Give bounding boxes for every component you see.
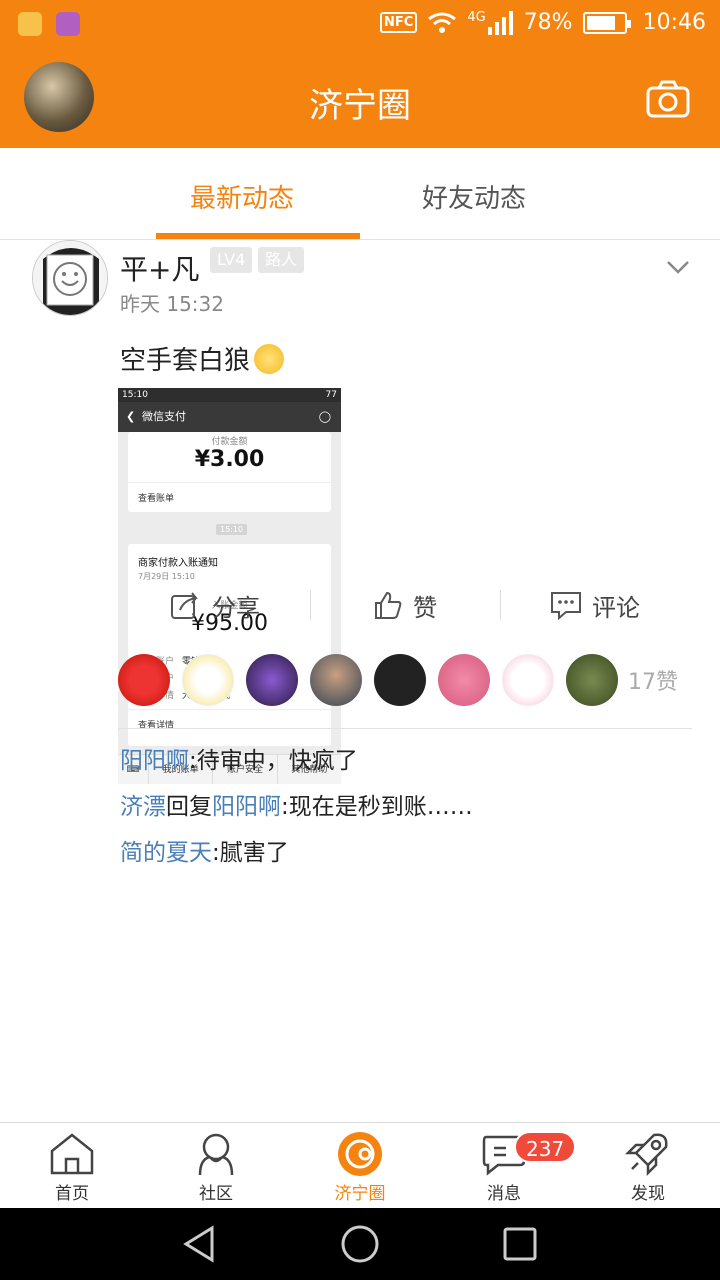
post-username[interactable]: 平+凡 <box>120 248 199 288</box>
liker-avatar[interactable] <box>118 654 170 706</box>
image-status-time: 15:10 <box>122 390 148 400</box>
image-card2-title: 商家付款入账通知 <box>138 558 218 569</box>
network-label: 4G <box>467 10 486 25</box>
comments-list: 阳阳啊:待审中，快疯了 济漂回复阳阳啊:现在是秒到账…… 简的夏天:腻害了 <box>120 746 473 884</box>
recents-nav-icon[interactable] <box>502 1226 538 1262</box>
level-badge: LV4 <box>210 247 253 273</box>
circle-icon <box>338 1132 382 1176</box>
battery-icon <box>582 11 631 34</box>
clock: 10:46 <box>642 10 706 35</box>
share-icon <box>171 592 198 619</box>
battery-percent: 78% <box>523 10 573 35</box>
comment-author[interactable]: 简的夏天 <box>120 840 212 866</box>
tab-latest[interactable]: 最新动态 <box>190 178 294 215</box>
reply-word: 回复 <box>166 794 212 820</box>
liker-avatar[interactable] <box>374 654 426 706</box>
liker-avatar[interactable] <box>438 654 490 706</box>
home-icon <box>50 1133 94 1175</box>
post-actions: 分享 赞 评论 <box>120 580 690 630</box>
feed-tabs: 最新动态 好友动态 <box>0 148 720 240</box>
wifi-icon <box>428 12 457 33</box>
comment-reply-to[interactable]: 阳阳啊 <box>212 794 281 820</box>
rocket-icon <box>624 1133 668 1177</box>
liker-avatar[interactable] <box>566 654 618 706</box>
emoji-icon <box>254 343 285 374</box>
like-button[interactable]: 赞 <box>310 580 500 630</box>
role-badge: 路人 <box>258 247 305 273</box>
image-nav-title: 微信支付 <box>142 410 186 423</box>
tab-discover[interactable]: 发现 <box>598 1131 698 1204</box>
liker-avatar[interactable] <box>246 654 298 706</box>
tab-discover-label: 发现 <box>631 1184 665 1204</box>
liker-avatar[interactable] <box>502 654 554 706</box>
comment-author[interactable]: 济漂 <box>120 794 166 820</box>
image-card1-label: 付款金额 <box>211 437 248 447</box>
image-receipt-card: 商家付款入账通知 7月29日 15:10 入账金额 ¥95.00 入账账户零钱付… <box>128 544 331 746</box>
comment-item[interactable]: 济漂回复阳阳啊:现在是秒到账…… <box>120 792 473 838</box>
comment-icon <box>551 592 581 620</box>
image-status-bar: 15:10 77 <box>118 388 341 402</box>
comment-item[interactable]: 阳阳啊:待审中，快疯了 <box>120 746 473 792</box>
gallery-notification-icon <box>56 12 80 36</box>
status-bar: NFC 4G 78% 10:46 <box>0 0 720 50</box>
tab-community[interactable]: 社区 <box>166 1131 266 1204</box>
image-card1-link: 查看账单 <box>128 482 331 512</box>
post-text-content: 空手套白狼 <box>120 346 251 376</box>
back-arrow-icon: ❮ <box>126 410 136 423</box>
liker-avatar[interactable] <box>182 654 234 706</box>
liker-avatar[interactable] <box>310 654 362 706</box>
tab-circle-label: 济宁圈 <box>334 1184 386 1204</box>
page-title: 济宁圈 <box>309 86 411 126</box>
smiley-avatar-icon <box>33 241 107 315</box>
like-count[interactable]: 17赞 <box>628 664 678 696</box>
nfc-icon: NFC <box>380 12 418 33</box>
comment-text: :现在是秒到账…… <box>281 794 473 820</box>
image-divider-time: 15:10 <box>216 524 248 535</box>
bottom-tab-bar: 首页 社区 济宁圈 消息 237 发现 <box>0 1122 720 1208</box>
thumbs-up-icon <box>375 591 402 619</box>
tab-community-label: 社区 <box>199 1184 233 1204</box>
back-nav-icon[interactable] <box>180 1224 220 1264</box>
tab-home[interactable]: 首页 <box>22 1131 122 1204</box>
tab-messages-label: 消息 <box>487 1184 521 1204</box>
post-text: 空手套白狼 <box>120 340 285 377</box>
chevron-down-icon[interactable] <box>666 260 690 274</box>
image-status-battery: 77 <box>325 390 337 400</box>
like-label: 赞 <box>413 593 437 622</box>
comment-text: :待审中，快疯了 <box>189 748 358 774</box>
divider <box>118 728 692 729</box>
post-timestamp: 昨天 15:32 <box>120 292 224 316</box>
community-icon <box>198 1133 234 1176</box>
person-icon: ◯ <box>318 410 331 423</box>
unread-badge: 237 <box>514 1131 577 1163</box>
notification-app-icon <box>18 12 42 36</box>
tab-friends[interactable]: 好友动态 <box>422 178 526 215</box>
share-button[interactable]: 分享 <box>120 580 310 630</box>
likes-row: 17赞 <box>118 654 678 706</box>
comment-text: :腻害了 <box>212 840 289 866</box>
post-avatar[interactable] <box>32 240 108 316</box>
app-header: 济宁圈 <box>0 50 720 148</box>
comment-author[interactable]: 阳阳啊 <box>120 748 189 774</box>
image-card2-link: 查看详情 <box>128 709 331 739</box>
tab-circle[interactable]: 济宁圈 <box>310 1131 410 1204</box>
tab-home-label: 首页 <box>55 1184 89 1204</box>
home-nav-icon[interactable] <box>340 1224 380 1264</box>
image-payment-card: 付款金额 ¥3.00 查看账单 <box>128 432 331 512</box>
comment-label: 评论 <box>592 593 640 622</box>
share-label: 分享 <box>212 593 260 622</box>
active-tab-indicator <box>156 233 360 239</box>
camera-icon[interactable] <box>646 80 690 118</box>
comment-button[interactable]: 评论 <box>500 580 690 630</box>
signal-icon <box>487 10 513 35</box>
image-card1-amount: ¥3.00 <box>194 447 265 472</box>
system-nav-bar <box>0 1208 720 1280</box>
comment-item[interactable]: 简的夏天:腻害了 <box>120 838 473 884</box>
image-nav-bar: ❮ 微信支付 ◯ <box>118 402 341 432</box>
